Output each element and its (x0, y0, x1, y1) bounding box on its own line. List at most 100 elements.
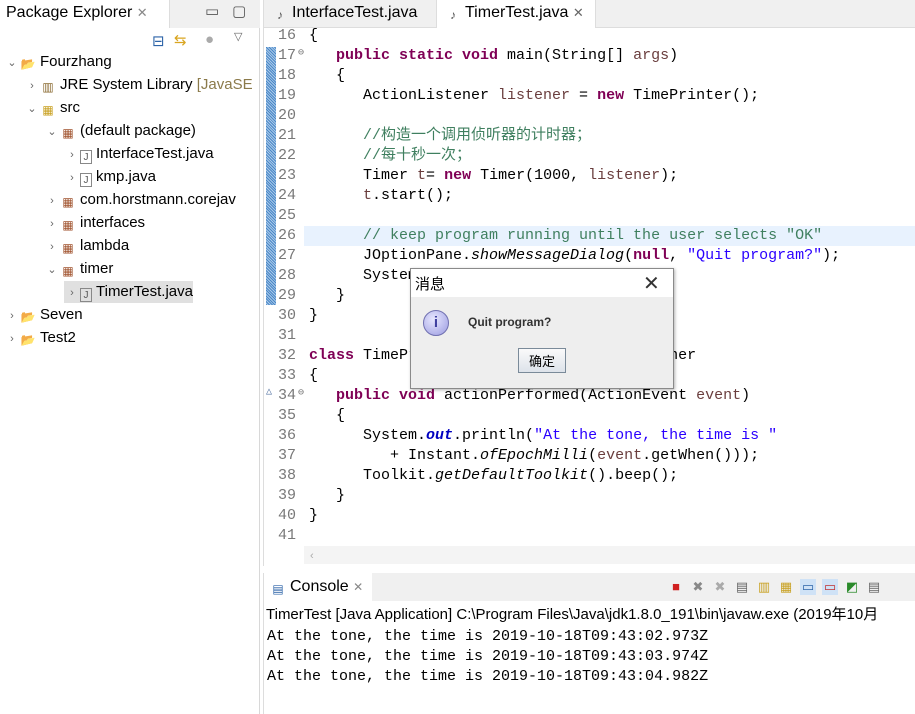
chevron-down-icon[interactable]: ⌄ (44, 259, 60, 281)
close-icon[interactable]: ✕ (353, 580, 363, 594)
code-line: Toolkit.getDefaultToolkit().beep(); (309, 467, 679, 484)
collapse-all-icon[interactable]: ⊟ (152, 32, 165, 50)
console-output-line: At the tone, the time is 2019-10-18T09:4… (267, 628, 709, 645)
code-line: } (309, 507, 319, 524)
console-header: ▤ Console ✕ ■ ✖ ✖ ▤ ▥ ▦ ▭ ▭ ◩ ▤ (264, 573, 915, 601)
tree-item[interactable]: ⌄ ▦ (default package) (44, 120, 196, 142)
chevron-down-icon[interactable]: ⌄ (24, 98, 40, 120)
code-line: //每十秒一次； (363, 147, 472, 164)
chevron-right-icon[interactable]: › (4, 328, 20, 350)
code-line: // keep program running until the user s… (363, 227, 823, 244)
chevron-down-icon[interactable]: ⌄ (44, 121, 60, 143)
close-icon[interactable]: ✕ (137, 5, 148, 20)
code-line: } (309, 287, 346, 304)
ok-button[interactable]: 确定 (518, 348, 566, 373)
clear-console-icon[interactable]: ▤ (734, 579, 750, 595)
remove-launch-icon[interactable]: ✖ (690, 579, 706, 595)
code-line: JOptionPane.showMessageDialog(null, "Qui… (309, 247, 841, 264)
line-number: 26 (278, 227, 297, 244)
tab-timertest[interactable]: ♪ TimerTest.java ✕ (436, 0, 596, 28)
terminate-icon[interactable]: ■ (668, 579, 684, 595)
scroll-lock-icon[interactable]: ▥ (756, 579, 772, 595)
remove-all-icon[interactable]: ✖ (712, 579, 728, 595)
console-view: ▤ Console ✕ ■ ✖ ✖ ▤ ▥ ▦ ▭ ▭ ◩ ▤ TimerTest [Java Ap… (263, 573, 915, 714)
line-number: 20 (278, 107, 297, 124)
tree-item[interactable]: › ▦ interfaces (44, 212, 145, 234)
tree-item[interactable]: › ▥ JRE System Library [JavaSE (24, 74, 253, 97)
package-icon: ▦ (62, 218, 74, 232)
chevron-down-icon[interactable]: ⌄ (4, 52, 20, 74)
tree-item-label: timer (80, 260, 114, 277)
console-output-line: At the tone, the time is 2019-10-18T09:4… (267, 648, 709, 665)
chevron-right-icon[interactable]: › (64, 144, 80, 166)
tree-item-label: kmp.java (96, 168, 157, 185)
pin-console-icon[interactable]: ◩ (844, 579, 860, 595)
fold-icon[interactable]: ⊖ (298, 47, 304, 59)
line-number: 33 (278, 367, 297, 384)
tab-interfacetest[interactable]: ♪ InterfaceTest.java (264, 0, 436, 28)
minimize-icon[interactable]: ▭ (205, 2, 219, 20)
filter-icon[interactable]: ● (205, 31, 214, 48)
tree-item-label: Fourzhang (40, 53, 112, 70)
tree-item-decoration: [JavaSE (196, 76, 253, 93)
dialog-message: Quit program? (468, 315, 552, 329)
tree-item-label: com.horstmann.corejav (80, 191, 236, 208)
tree-item[interactable]: ⌄ 📂 Fourzhang (4, 51, 112, 74)
chevron-right-icon[interactable]: › (64, 167, 80, 189)
code-line: { (309, 407, 346, 424)
close-icon[interactable]: ✕ (573, 5, 584, 20)
code-line: } (309, 307, 319, 324)
source-folder-icon: ▦ (42, 103, 54, 117)
display-console-icon[interactable]: ▤ (866, 579, 882, 595)
code-line: t.start(); (363, 187, 454, 204)
console-icon: ▤ (272, 582, 284, 596)
package-icon: ▦ (62, 126, 74, 140)
chevron-right-icon[interactable]: › (44, 190, 60, 212)
java-file-icon: ♪ (450, 8, 456, 22)
tree-item[interactable]: › Jkmp.java (64, 166, 156, 188)
show-on-stdout-icon[interactable]: ▭ (800, 579, 816, 596)
tree-item[interactable]: › ▦ lambda (44, 235, 129, 257)
tree-item[interactable]: › 📂 Seven (4, 304, 83, 327)
view-menu-icon[interactable]: ▽ (234, 30, 242, 43)
word-wrap-icon[interactable]: ▦ (778, 579, 794, 595)
package-explorer-label: Package Explorer (6, 4, 133, 21)
chevron-right-icon[interactable]: › (24, 75, 40, 97)
package-explorer-header: Package Explorer ✕ ▭ ▢ (0, 0, 260, 28)
tree-item-label: InterfaceTest.java (96, 145, 214, 162)
tree-item-label: Seven (40, 306, 83, 323)
tree-item[interactable]: › 📂 Test2 (4, 327, 76, 349)
tree-item[interactable]: › J InterfaceTest.java (64, 143, 214, 165)
code-line: System.out.println("At the tone, the tim… (309, 427, 778, 444)
chevron-right-icon[interactable]: › (44, 213, 60, 235)
maximize-icon[interactable]: ▢ (232, 2, 246, 20)
close-icon[interactable]: ✕ (643, 271, 660, 296)
tree-item-label: TimerTest.java (96, 283, 193, 300)
show-on-stderr-icon[interactable]: ▭ (822, 579, 838, 596)
link-with-editor-icon[interactable]: ⇆ (174, 31, 187, 49)
line-number: 16 (278, 27, 297, 44)
editor-tabs: ♪ InterfaceTest.java ♪ TimerTest.java ✕ (264, 0, 915, 28)
package-explorer-tab[interactable]: Package Explorer ✕ (0, 0, 170, 28)
chevron-right-icon[interactable]: › (44, 236, 60, 258)
chevron-right-icon[interactable]: › (4, 305, 20, 327)
tree-item-label: JRE System Library (60, 76, 193, 93)
chevron-right-icon[interactable]: › (64, 282, 80, 304)
dialog-titlebar: 消息 (411, 269, 673, 297)
tree-item[interactable]: ⌄ ▦ src (24, 97, 80, 119)
info-icon: i (423, 310, 449, 336)
java-file-icon: J (80, 288, 92, 302)
console-tab[interactable]: ▤ Console ✕ (264, 573, 372, 601)
line-number: 27 (278, 247, 297, 264)
fold-icon[interactable]: ⊖ (298, 387, 304, 399)
code-line: public void actionPerformed(ActionEvent … (336, 387, 751, 404)
line-number: 35 (278, 407, 297, 424)
line-number: 38 (278, 467, 297, 484)
tree-item[interactable]: › J TimerTest.java (64, 281, 193, 303)
tree-item-label: interfaces (80, 214, 146, 231)
horizontal-scrollbar[interactable]: ‹ (304, 546, 915, 564)
tree-item[interactable]: ⌄ ▦ timer (44, 258, 113, 280)
override-icon: △ (266, 387, 273, 398)
console-process-label: TimerTest [Java Application] C:\Program … (266, 606, 879, 623)
tree-item[interactable]: › ▦ com.horstmann.corejav (44, 189, 236, 211)
